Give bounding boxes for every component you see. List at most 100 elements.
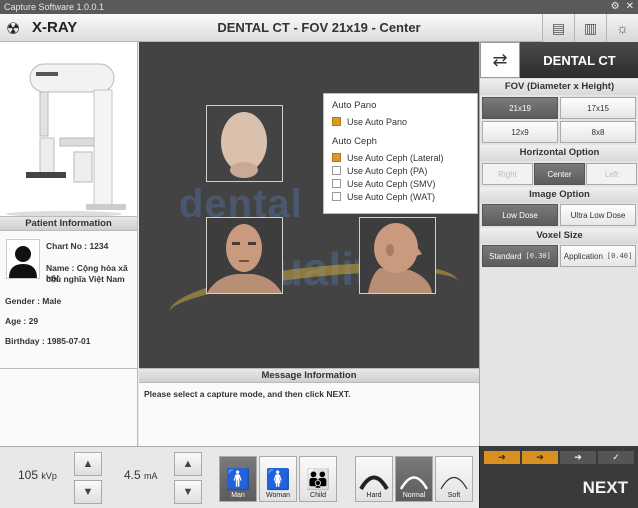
child-button[interactable]: 👪 Child	[299, 456, 337, 502]
kvp-value: 105	[18, 468, 39, 482]
child-icon: 👪	[305, 469, 331, 491]
normal-arch-button[interactable]: Normal	[395, 456, 433, 502]
horizontal-center-button[interactable]: Center	[534, 163, 585, 185]
horizontal-left-button[interactable]: Left	[586, 163, 637, 185]
ct-device-icon	[6, 63, 126, 217]
image-option-head: Image Option	[480, 187, 638, 203]
normal-label: Normal	[402, 492, 426, 499]
auto-ceph-smv-checkbox[interactable]	[332, 179, 341, 188]
message-title: Message Information	[139, 369, 479, 383]
patient-info-panel: Patient Information Chart No : 1234 Name…	[0, 216, 138, 368]
voxel-application-label: Application	[563, 251, 603, 261]
auto-pano-checkbox[interactable]	[332, 117, 341, 126]
chevron-up-icon: ▲	[82, 458, 94, 470]
exposure-bar: 105 kVp ▲ ▼ 4.5 mA ▲ ▼ 🚹 Man 🚺 Woman 👪 C…	[0, 446, 479, 508]
auto-ceph-smv-option[interactable]: Use Auto Ceph (SMV)	[332, 177, 469, 190]
kvp-up-button[interactable]: ▲	[74, 452, 102, 476]
settings-icon[interactable]: ⚙	[611, 0, 620, 14]
header: ☢ X-RAY DENTAL CT - FOV 21x19 - Center ▤…	[0, 14, 638, 42]
hard-arch-button[interactable]: Hard	[355, 456, 393, 502]
face-lateral-icon	[360, 218, 435, 293]
voxel-standard-button[interactable]: Standard [0.30]	[482, 245, 558, 267]
swap-arrows-icon: ⇄	[492, 49, 508, 70]
man-button[interactable]: 🚹 Man	[219, 456, 257, 502]
chevron-down-icon: ▼	[182, 486, 194, 498]
auto-ceph-lateral-option[interactable]: Use Auto Ceph (Lateral)	[332, 151, 469, 164]
brightness-icon[interactable]: ☼	[606, 14, 638, 42]
viewer-icon[interactable]: ▥	[574, 14, 606, 42]
voxel-head: Voxel Size	[480, 228, 638, 244]
head-top-view-icon	[221, 112, 267, 178]
auto-pano-option[interactable]: Use Auto Pano	[332, 115, 469, 128]
ma-readout: 4.5 mA	[124, 468, 158, 482]
patient-info-title: Patient Information	[0, 217, 137, 231]
fov-17x15-button[interactable]: 17x15	[560, 97, 636, 119]
auto-ceph-pa-checkbox[interactable]	[332, 166, 341, 175]
message-panel: Message Information Please select a capt…	[139, 368, 479, 446]
child-label: Child	[310, 492, 326, 499]
woman-label: Woman	[266, 492, 290, 499]
next-area: ➔ ➔ ➔ ✓ NEXT	[479, 446, 638, 508]
voxel-application-button[interactable]: Application [0.40]	[560, 245, 636, 267]
capture-options-panel: ⇄ DENTAL CT FOV (Diameter x Height) 21x1…	[479, 42, 638, 446]
auto-ceph-wat-checkbox[interactable]	[332, 192, 341, 201]
patient-birthday: Birthday : 1985-07-01	[5, 336, 91, 346]
auto-ceph-lateral-checkbox[interactable]	[332, 153, 341, 162]
face-front-icon	[207, 218, 282, 293]
fov-21x19-button[interactable]: 21x19	[482, 97, 558, 119]
auto-pano-head: Auto Pano	[332, 100, 377, 111]
lateral-view-frame[interactable]	[359, 217, 436, 294]
ma-down-button[interactable]: ▼	[174, 480, 202, 504]
auto-ceph-head: Auto Ceph	[332, 136, 377, 147]
mode-label: DENTAL CT	[520, 42, 638, 78]
fov-8x8-button[interactable]: 8x8	[560, 121, 636, 143]
ma-up-button[interactable]: ▲	[174, 452, 202, 476]
woman-icon: 🚺	[265, 469, 291, 491]
progress-steps: ➔ ➔ ➔ ✓	[484, 451, 634, 464]
soft-arch-button[interactable]: Soft	[435, 456, 473, 502]
database-icon[interactable]: ▤	[542, 14, 574, 42]
auto-ceph-wat-label: Use Auto Ceph (WAT)	[347, 191, 436, 202]
kvp-down-button[interactable]: ▼	[74, 480, 102, 504]
step-2-arrow-icon: ➔	[522, 451, 558, 464]
ma-value: 4.5	[124, 468, 141, 482]
woman-button[interactable]: 🚺 Woman	[259, 456, 297, 502]
kvp-readout: 105 kVp	[18, 468, 57, 482]
switch-mode-button[interactable]: ⇄	[480, 42, 520, 78]
step-3-arrow-icon: ➔	[560, 451, 596, 464]
horizontal-right-button[interactable]: Right	[482, 163, 533, 185]
patient-avatar-icon	[6, 239, 40, 279]
chevron-down-icon: ▼	[82, 486, 94, 498]
auto-ceph-wat-option[interactable]: Use Auto Ceph (WAT)	[332, 190, 469, 203]
hard-label: Hard	[366, 492, 382, 499]
close-icon[interactable]: ✕	[626, 0, 634, 14]
patient-name-line2: chủ nghĩa Việt Nam	[46, 274, 125, 284]
next-button[interactable]: NEXT	[583, 478, 628, 498]
top-view-frame[interactable]	[206, 105, 283, 182]
patient-gender: Gender : Male	[5, 296, 62, 306]
man-icon: 🚹	[225, 469, 251, 491]
man-label: Man	[231, 492, 245, 499]
message-text: Please select a capture mode, and then c…	[144, 389, 351, 399]
auto-ceph-lateral-label: Use Auto Ceph (Lateral)	[347, 152, 444, 163]
ultra-low-dose-button[interactable]: Ultra Low Dose	[560, 204, 636, 226]
step-1-arrow-icon: ➔	[484, 451, 520, 464]
voxel-application-value: [0.40]	[606, 252, 633, 260]
auto-capture-popup: Auto Pano Use Auto Pano Auto Ceph Use Au…	[323, 93, 478, 214]
step-4-check-icon: ✓	[598, 451, 634, 464]
window-title: Capture Software 1.0.0.1	[4, 2, 105, 12]
normal-arch-icon	[399, 476, 429, 490]
window-titlebar: Capture Software 1.0.0.1 ⚙ ✕	[0, 0, 638, 14]
front-view-frame[interactable]	[206, 217, 283, 294]
fov-head: FOV (Diameter x Height)	[480, 79, 638, 95]
patient-age: Age : 29	[5, 316, 39, 326]
auto-ceph-smv-label: Use Auto Ceph (SMV)	[347, 178, 436, 189]
auto-pano-label: Use Auto Pano	[347, 116, 408, 127]
soft-arch-icon	[440, 476, 468, 490]
auto-ceph-pa-option[interactable]: Use Auto Ceph (PA)	[332, 164, 469, 177]
low-dose-button[interactable]: Low Dose	[482, 204, 558, 226]
voxel-standard-value: [0.30]	[525, 252, 551, 260]
fov-12x9-button[interactable]: 12x9	[482, 121, 558, 143]
voxel-standard-label: Standard	[489, 251, 522, 261]
kvp-unit: kVp	[41, 471, 57, 481]
